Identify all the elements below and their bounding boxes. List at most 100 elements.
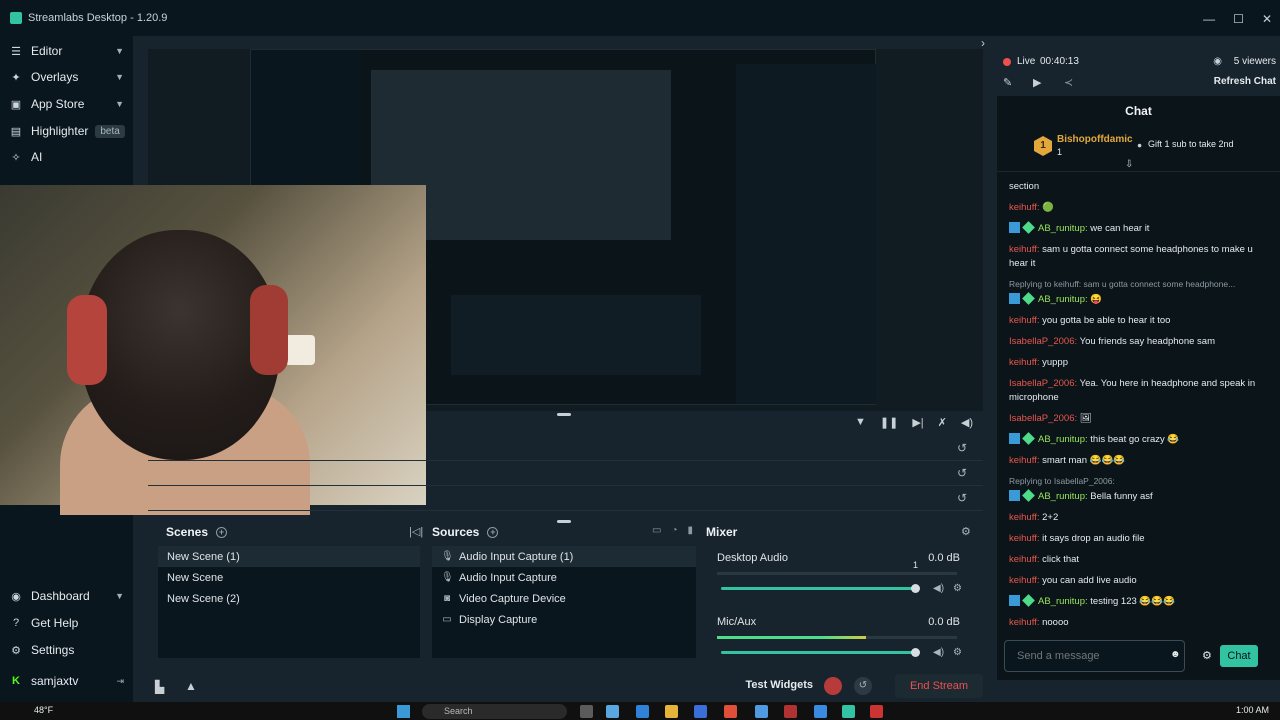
chat-username[interactable]: IsabellaP_2006:: [1009, 413, 1077, 424]
volume-icon[interactable]: ◀): [961, 416, 973, 429]
chat-username[interactable]: AB_runitup:: [1038, 223, 1088, 234]
bookmark-icon[interactable]: ▶: [1033, 76, 1041, 89]
refresh-icon[interactable]: ↺: [957, 491, 967, 505]
sidebar-item-settings[interactable]: ⚙ Settings: [10, 640, 128, 660]
replay-buffer-icon[interactable]: ↺: [854, 677, 872, 695]
taskbar-search[interactable]: Search: [422, 704, 567, 719]
desktop-audio-volume-slider[interactable]: [721, 584, 920, 593]
speaker-icon[interactable]: ◀): [933, 583, 944, 594]
chat-username[interactable]: keihuff:: [1009, 575, 1039, 586]
chat-username[interactable]: IsabellaP_2006:: [1009, 336, 1077, 347]
volume-knob[interactable]: [911, 584, 920, 593]
chat-username[interactable]: keihuff:: [1009, 315, 1039, 326]
sidebar-item-editor[interactable]: ☰ Editor ▼: [10, 41, 128, 61]
filter-icon[interactable]: ▼: [855, 416, 866, 428]
chat-message: keihuff: 2+2: [1009, 511, 1268, 525]
scene-item[interactable]: New Scene (2): [158, 588, 420, 609]
chat-username[interactable]: IsabellaP_2006:: [1009, 378, 1077, 389]
source-item[interactable]: 🎙 Audio Input Capture (1): [432, 546, 696, 567]
sidebar-item-overlays[interactable]: ✦ Overlays ▼: [10, 67, 128, 87]
app-icon[interactable]: [784, 705, 797, 718]
channel-gear-icon[interactable]: ⚙: [953, 647, 962, 658]
mixer-settings-gear-icon[interactable]: ⚙: [961, 525, 971, 538]
chat-username[interactable]: keihuff:: [1009, 554, 1039, 565]
app-icon[interactable]: [724, 705, 737, 718]
share-icon[interactable]: ≺: [1064, 76, 1073, 89]
list-item[interactable]: ↺: [148, 486, 983, 511]
sidebar-item-dashboard[interactable]: ◉ Dashboard ▼: [10, 586, 128, 606]
list-item[interactable]: ↺: [148, 461, 983, 486]
refresh-chat-button[interactable]: Refresh Chat: [1214, 76, 1276, 87]
send-chat-button[interactable]: Chat: [1220, 645, 1258, 667]
folder-icon[interactable]: ▮: [688, 525, 694, 536]
moderator-badge-icon: [1009, 432, 1020, 444]
chat-settings-gear-icon[interactable]: ⚙: [1202, 649, 1212, 662]
app-icon[interactable]: [870, 705, 883, 718]
chat-reply-context: Replying to IsabellaP_2006:: [1009, 475, 1115, 486]
mic-volume-slider[interactable]: [721, 648, 920, 657]
chat-input[interactable]: [1004, 640, 1185, 672]
chevron-down-icon[interactable]: ⇩: [1125, 159, 1133, 170]
app-icon[interactable]: [755, 705, 768, 718]
scene-transitions-icon[interactable]: |◁|: [409, 525, 423, 538]
refresh-icon[interactable]: ↺: [957, 466, 967, 480]
panel-resize-handle[interactable]: [557, 520, 571, 523]
list-item[interactable]: ↺: [148, 436, 983, 461]
taskview-icon[interactable]: [580, 705, 593, 718]
add-scene-button[interactable]: +: [216, 526, 228, 538]
test-widgets-label[interactable]: Test Widgets: [745, 679, 813, 691]
logout-icon[interactable]: ⇥: [116, 676, 124, 687]
sidebar-item-app-store[interactable]: ▣ App Store ▼: [10, 94, 128, 114]
volume-knob[interactable]: [911, 648, 920, 657]
alert-icon[interactable]: ▲: [185, 679, 197, 693]
emoji-icon[interactable]: ☻: [1170, 649, 1181, 660]
browser-icon[interactable]: [636, 705, 649, 718]
sidebar-item-get-help[interactable]: ? Get Help: [10, 613, 128, 633]
scene-item[interactable]: New Scene: [158, 567, 420, 588]
chat-username[interactable]: keihuff:: [1009, 512, 1039, 523]
chat-username[interactable]: keihuff:: [1009, 617, 1039, 628]
chat-username[interactable]: keihuff:: [1009, 357, 1039, 368]
chat-username[interactable]: AB_runitup:: [1038, 596, 1088, 607]
sidebar-item-account[interactable]: K samjaxtv ⇥: [10, 671, 128, 691]
source-item[interactable]: ▭ Display Capture: [432, 609, 696, 630]
lock-icon[interactable]: ◔: [671, 525, 677, 536]
app-icon[interactable]: [814, 705, 827, 718]
speaker-icon[interactable]: ◀): [933, 647, 944, 658]
stats-icon[interactable]: ▙: [155, 680, 164, 694]
help-icon: ?: [12, 617, 20, 629]
channel-gear-icon[interactable]: ⚙: [953, 583, 962, 594]
maximize-icon[interactable]: ☐: [1233, 12, 1244, 26]
source-item[interactable]: ◙ Video Capture Device: [432, 588, 696, 609]
chat-username[interactable]: keihuff:: [1009, 202, 1039, 213]
pause-icon[interactable]: ❚❚: [880, 416, 898, 429]
edge-icon[interactable]: [606, 705, 619, 718]
chat-username[interactable]: AB_runitup:: [1038, 491, 1088, 502]
selective-recording-icon[interactable]: ▭: [652, 525, 661, 536]
next-icon[interactable]: ▶|: [912, 416, 923, 429]
store-icon[interactable]: [694, 705, 707, 718]
mute-mic-icon[interactable]: ✗: [938, 416, 947, 429]
chat-username[interactable]: keihuff:: [1009, 455, 1039, 466]
end-stream-button[interactable]: End Stream: [895, 674, 983, 698]
start-icon[interactable]: [397, 705, 410, 718]
chat-username[interactable]: AB_runitup:: [1038, 434, 1088, 445]
collapse-chat-chevron-icon[interactable]: ›: [981, 36, 985, 50]
sidebar-item-highlighter[interactable]: ▤ Highlighter beta: [10, 121, 128, 141]
minimize-icon[interactable]: —: [1203, 12, 1215, 26]
chat-username[interactable]: keihuff:: [1009, 533, 1039, 544]
record-button[interactable]: [824, 677, 842, 695]
chat-username[interactable]: keihuff:: [1009, 244, 1039, 255]
scene-item[interactable]: New Scene (1): [158, 546, 420, 567]
close-icon[interactable]: ✕: [1262, 12, 1272, 26]
ai-sparkle-icon: ✧: [11, 151, 21, 164]
add-source-button[interactable]: +: [487, 526, 499, 538]
chat-username[interactable]: AB_runitup:: [1038, 294, 1088, 305]
chat-text: yuppp: [1042, 357, 1068, 368]
refresh-icon[interactable]: ↺: [957, 441, 967, 455]
sidebar-item-ai[interactable]: ✧ AI: [10, 147, 128, 167]
edit-icon[interactable]: ✎: [1003, 76, 1012, 89]
source-item[interactable]: 🎙 Audio Input Capture: [432, 567, 696, 588]
folder-icon[interactable]: [665, 705, 678, 718]
streamlabs-taskbar-icon[interactable]: [842, 705, 855, 718]
